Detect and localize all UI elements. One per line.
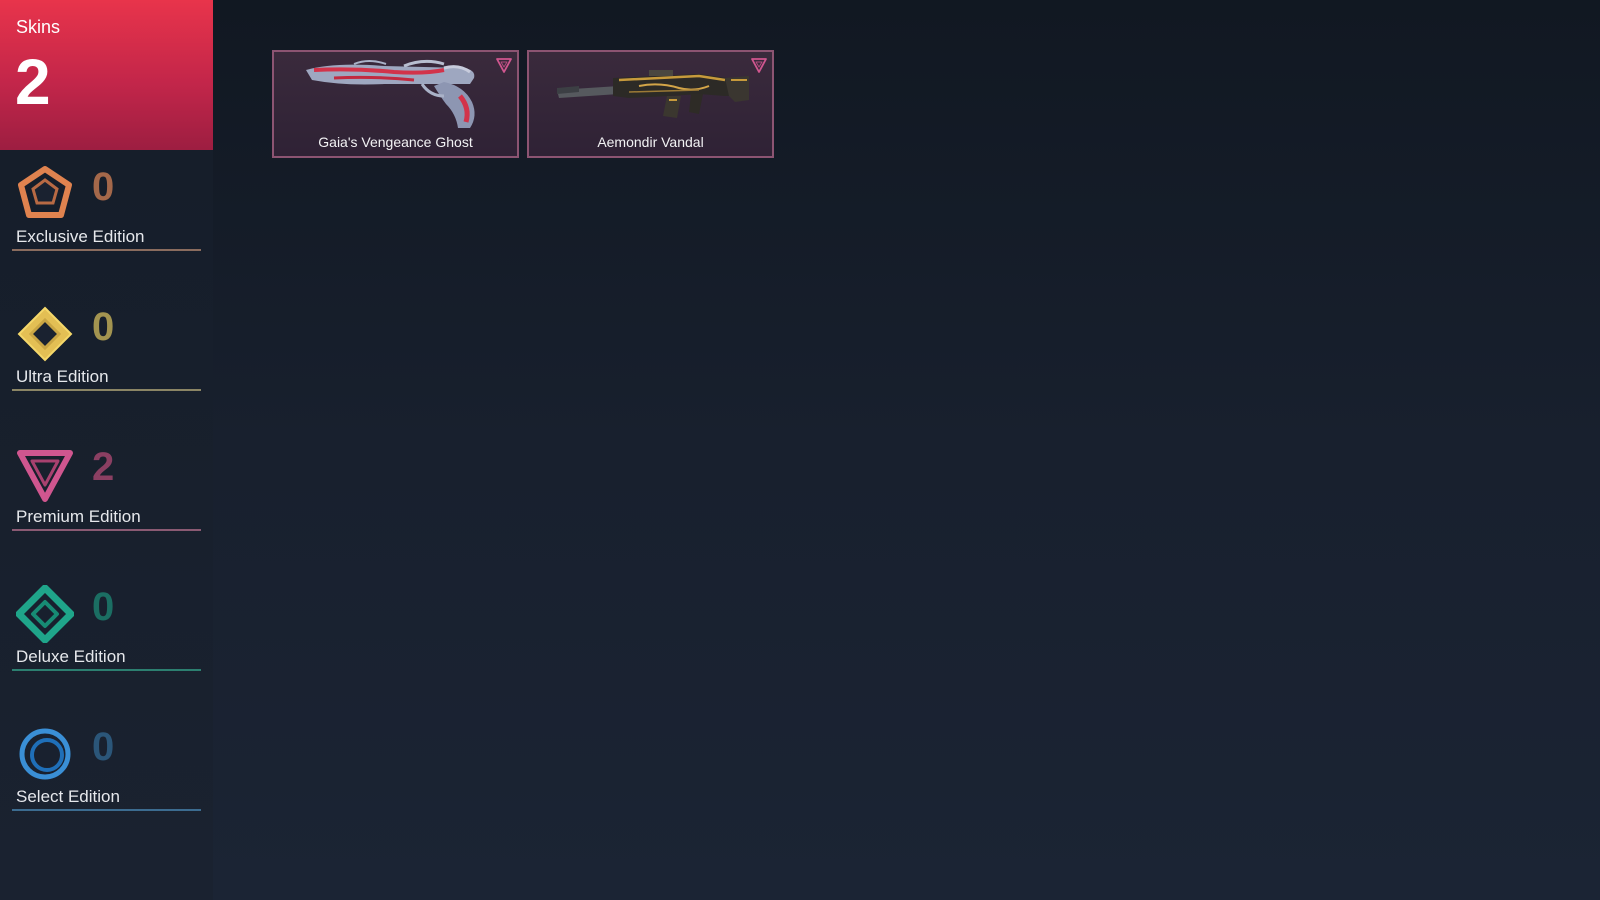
tier-divider xyxy=(12,669,201,671)
tier-label: Deluxe Edition xyxy=(16,647,126,666)
total-skins-count: 2 xyxy=(15,46,51,118)
tier-divider xyxy=(12,249,201,251)
tier-divider xyxy=(12,389,201,391)
weapon-image-vandal xyxy=(549,56,754,132)
tier-count: 0 xyxy=(92,165,115,209)
tier-label: Premium Edition xyxy=(16,507,141,526)
total-skins-label: Skins xyxy=(16,17,61,37)
select-edition-icon xyxy=(16,725,74,783)
skin-name: Gaia's Vengeance Ghost xyxy=(318,134,473,150)
sidebar: Skins 2 0 Exclusive Edition 0 Ultra Edit… xyxy=(0,0,213,900)
tier-divider xyxy=(12,809,201,811)
tier-deluxe-edition[interactable]: 0 Deluxe Edition xyxy=(12,585,201,685)
tier-count: 0 xyxy=(92,725,115,769)
tier-ultra-edition[interactable]: 0 Ultra Edition xyxy=(12,305,201,405)
tier-count: 0 xyxy=(92,585,115,629)
app-root: Skins 2 0 Exclusive Edition 0 Ultra Edit… xyxy=(0,0,1600,900)
tier-exclusive-edition[interactable]: 0 Exclusive Edition xyxy=(12,165,201,265)
deluxe-edition-icon xyxy=(16,585,74,643)
tier-label: Ultra Edition xyxy=(16,367,109,386)
tier-count: 0 xyxy=(92,305,115,349)
skin-card[interactable]: Aemondir Vandal xyxy=(527,50,774,158)
premium-edition-icon xyxy=(16,445,74,503)
exclusive-edition-icon xyxy=(16,165,74,223)
tier-divider xyxy=(12,529,201,531)
tier-count: 2 xyxy=(92,445,115,489)
tier-label: Select Edition xyxy=(16,787,120,806)
tier-select-edition[interactable]: 0 Select Edition xyxy=(12,725,201,825)
total-skins-card[interactable]: Skins 2 xyxy=(0,0,213,150)
ultra-edition-icon xyxy=(16,305,74,363)
tier-premium-edition[interactable]: 2 Premium Edition xyxy=(12,445,201,545)
tier-label: Exclusive Edition xyxy=(16,227,145,246)
weapon-image-ghost xyxy=(294,56,499,132)
skin-card[interactable]: Gaia's Vengeance Ghost xyxy=(272,50,519,158)
skin-name: Aemondir Vandal xyxy=(597,134,704,150)
